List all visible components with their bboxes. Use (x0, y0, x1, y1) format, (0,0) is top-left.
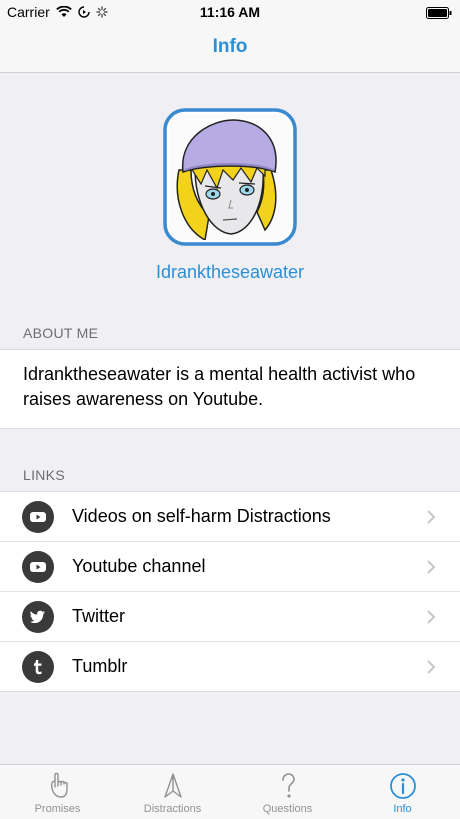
tab-label: Promises (34, 803, 81, 815)
tab-promises[interactable]: Promises (0, 765, 115, 819)
tab-questions[interactable]: Questions (230, 765, 345, 819)
link-row-self-harm-videos[interactable]: Videos on self-harm Distractions (0, 492, 460, 542)
link-row-tumblr[interactable]: Tumblr (0, 642, 460, 691)
question-icon (281, 773, 295, 798)
chevron-right-icon (427, 660, 436, 674)
paper-plane-icon (163, 773, 182, 798)
link-row-twitter[interactable]: Twitter (0, 592, 460, 642)
link-label: Twitter (72, 606, 126, 626)
info-icon (389, 773, 416, 799)
links-list: Videos on self-harm Distractions Youtube… (0, 491, 460, 692)
tab-label: Info (393, 803, 412, 815)
link-label: Youtube channel (72, 556, 206, 576)
status-time: 11:16 AM (199, 4, 261, 20)
tab-label: Distractions (143, 803, 202, 815)
status-bar: Carrier 11:16 AM (0, 0, 460, 24)
chevron-right-icon (427, 510, 436, 524)
avatar (161, 108, 299, 246)
link-label: Tumblr (72, 656, 128, 676)
youtube-icon (22, 551, 54, 583)
navigation-bar: Info (0, 24, 460, 73)
page-title: Info (212, 36, 248, 57)
tab-bar: Promises Distractions Questions Info (0, 764, 460, 819)
about-text: Idranktheseawater is a mental health act… (23, 364, 416, 409)
twitter-icon (22, 601, 54, 633)
tab-info[interactable]: Info (345, 765, 460, 819)
tab-distractions[interactable]: Distractions (115, 765, 230, 819)
about-card: Idranktheseawater is a mental health act… (0, 349, 460, 429)
link-label: Videos on self-harm Distractions (72, 506, 331, 526)
tab-label: Questions (262, 803, 313, 815)
profile-name: Idranktheseawater (155, 262, 305, 282)
about-section-header: ABOUT ME (23, 325, 99, 341)
battery-icon (426, 6, 452, 22)
youtube-icon (22, 501, 54, 533)
link-row-youtube-channel[interactable]: Youtube channel (0, 542, 460, 592)
tumblr-icon (22, 651, 54, 683)
links-section-header: LINKS (23, 467, 65, 483)
hand-pinky-icon (50, 772, 68, 798)
chevron-right-icon (427, 560, 436, 574)
chevron-right-icon (427, 610, 436, 624)
